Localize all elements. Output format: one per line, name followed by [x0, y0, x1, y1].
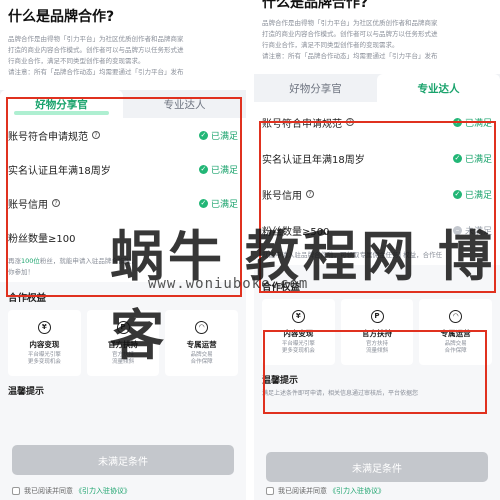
- benefit-card-monetize[interactable]: ¥ 内容变现 平台曝光引擎 更多变现机会: [8, 310, 81, 376]
- condition-label: 账号信用: [262, 190, 302, 202]
- benefits-list: ¥ 内容变现 平台曝光引擎 更多变现机会 P 官方扶持 官方扶持 流量倾斜 ◠ …: [262, 299, 493, 365]
- status-badge: ✓ 已满足: [198, 130, 238, 142]
- yuan-icon: ¥: [37, 320, 51, 334]
- condition-label: 实名认证且年满18周岁: [8, 165, 111, 177]
- submit-button[interactable]: 未满足条件: [266, 452, 488, 482]
- status-badge: ✓ 已满足: [198, 164, 238, 176]
- condition-row: 账号信用? ✓ 已满足: [262, 176, 492, 212]
- benefit-card-operation[interactable]: ◠ 专属运营 品牌交易 合作保障: [419, 299, 493, 365]
- benefits-section: 合作权益 ¥ 内容变现 平台曝光引擎 更多变现机会 P 官方扶持 官方扶持 流量…: [0, 282, 246, 376]
- condition-row: 账号符合申请规范? ✓ 已满足: [8, 118, 238, 152]
- progress-note: 就能申请入驻品牌合作啦，可领取专属佣金任务] 权益，合作任: [254, 248, 500, 265]
- intro-text: 品牌合作是由得物「引力平台」为社区优质创作者和品牌商家 打造的商业内容合作模式。…: [262, 18, 492, 62]
- headset-icon: ◠: [449, 309, 463, 323]
- intro-line: 行商业合作，满足不同类型创作者的变现需求。: [8, 57, 145, 65]
- page-title: 什么是品牌合作?: [262, 0, 369, 11]
- intro-line: 请注意：所有「品牌合作动态」均需要通过「引力平台」发布: [262, 52, 438, 60]
- condition-row: 账号符合申请规范? ✓ 已满足: [262, 104, 492, 140]
- check-icon: ✓: [198, 198, 208, 208]
- benefits-title: 合作权益: [262, 282, 301, 293]
- page-title: 什么是品牌合作?: [8, 9, 115, 25]
- benefit-card-support[interactable]: P 官方扶持 官方扶持 流量倾斜: [86, 310, 160, 376]
- help-icon[interactable]: ?: [92, 131, 100, 139]
- condition-label: 实名认证且年满18周岁: [262, 154, 365, 166]
- condition-label: 账号信用: [8, 199, 48, 211]
- tab-goods-sharer[interactable]: 好物分享官: [0, 90, 123, 118]
- intro-section: 什么是品牌合作? 品牌合作是由得物「引力平台」为社区优质创作者和品牌商家 打造的…: [0, 0, 246, 90]
- condition-list: 账号符合申请规范? ✓ 已满足 实名认证且年满18周岁 ✓ 已满足 账号信用? ✓ 已…: [254, 102, 500, 248]
- tab-professional[interactable]: 专业达人: [377, 74, 500, 102]
- left-screen: 什么是品牌合作? 品牌合作是由得物「引力平台」为社区优质创作者和品牌商家 打造的…: [0, 0, 246, 500]
- benefits-title: 合作权益: [8, 293, 47, 304]
- check-icon: ✓: [452, 153, 462, 163]
- condition-label: 粉丝数量≥100: [8, 233, 76, 245]
- check-icon: ✓: [452, 189, 462, 199]
- benefit-card-operation[interactable]: ◠ 专属运营 品牌交易 合作保障: [165, 310, 239, 376]
- minus-icon: –: [452, 225, 462, 235]
- yuan-icon: ¥: [291, 309, 305, 323]
- intro-line: 品牌合作是由得物「引力平台」为社区优质创作者和品牌商家: [262, 19, 438, 27]
- condition-label: 粉丝数量≥500: [262, 226, 330, 238]
- agreement-row: 我已阅读并同意 《引力入驻协议》: [266, 486, 385, 496]
- tab-professional[interactable]: 专业达人: [123, 90, 246, 118]
- intro-line: 请注意：所有「品牌合作动态」均需要通过「引力平台」发布: [8, 68, 184, 76]
- status-badge: ✓ 已满足: [452, 189, 492, 201]
- tab-goods-sharer[interactable]: 好物分享官: [254, 74, 377, 102]
- condition-row: 实名认证且年满18周岁 ✓ 已满足: [8, 152, 238, 186]
- agreement-link[interactable]: 《引力入驻协议》: [75, 486, 131, 496]
- intro-line: 打造的商业内容合作模式。创作者可以与品牌方以任务形式进: [8, 46, 184, 54]
- tips-title: 温馨提示: [262, 376, 299, 386]
- intro-text: 品牌合作是由得物「引力平台」为社区优质创作者和品牌商家 打造的商业内容合作模式。…: [8, 34, 238, 78]
- benefits-list: ¥ 内容变现 平台曝光引擎 更多变现机会 P 官方扶持 官方扶持 流量倾斜 ◠ …: [8, 310, 239, 376]
- benefits-section: 合作权益 ¥ 内容变现 平台曝光引擎 更多变现机会 P 官方扶持 官方扶持 流量…: [254, 265, 500, 365]
- intro-line: 品牌合作是由得物「引力平台」为社区优质创作者和品牌商家: [8, 35, 184, 43]
- benefit-card-support[interactable]: P 官方扶持 官方扶持 流量倾斜: [340, 299, 414, 365]
- condition-row: 粉丝数量≥500 – 未满足: [262, 212, 492, 248]
- agreement-row: 我已阅读并同意 《引力入驻协议》: [12, 486, 131, 496]
- right-screen: 什么是品牌合作? 品牌合作是由得物「引力平台」为社区优质创作者和品牌商家 打造的…: [254, 0, 500, 500]
- status-badge: – 未满足: [452, 224, 492, 237]
- condition-row: 账号信用? ✓ 已满足: [8, 186, 238, 220]
- status-badge: ✓ 已满足: [452, 117, 492, 129]
- p-icon: P: [370, 309, 384, 323]
- agree-checkbox[interactable]: [266, 487, 274, 495]
- help-icon[interactable]: ?: [306, 190, 314, 198]
- intro-line: 打造的商业内容合作模式。创作者可以与品牌方以任务形式进: [262, 30, 438, 38]
- condition-row: 粉丝数量≥100: [8, 220, 238, 254]
- intro-line: 行商业合作，满足不同类型创作者的变现需求。: [262, 41, 399, 49]
- check-icon: ✓: [198, 164, 208, 174]
- check-icon: ✓: [198, 130, 208, 140]
- help-icon[interactable]: ?: [346, 118, 354, 126]
- benefit-card-monetize[interactable]: ¥ 内容变现 平台曝光引擎 更多变现机会: [262, 299, 335, 365]
- status-badge: ✓ 已满足: [452, 153, 492, 165]
- headset-icon: ◠: [195, 320, 209, 334]
- check-icon: ✓: [452, 117, 462, 127]
- agreement-link[interactable]: 《引力入驻协议》: [329, 486, 385, 496]
- role-tabs: 好物分享官 专业达人: [254, 74, 500, 102]
- condition-list: 账号符合申请规范? ✓ 已满足 实名认证且年满18周岁 ✓ 已满足 账号信用? ✓ 已…: [0, 118, 246, 254]
- p-icon: P: [116, 320, 130, 334]
- progress-note: 再涨100位粉丝，就能申请入驻品牌合作啦， 你参加！: [0, 254, 246, 282]
- condition-row: 实名认证且年满18周岁 ✓ 已满足: [262, 140, 492, 176]
- help-icon[interactable]: ?: [52, 199, 60, 207]
- condition-label: 账号符合申请规范: [8, 131, 88, 143]
- tips-text: 满足上述条件即可申请，相关信息通过审核后，平台依据您: [262, 390, 419, 397]
- role-tabs: 好物分享官 专业达人: [0, 90, 246, 118]
- intro-section: 什么是品牌合作? 品牌合作是由得物「引力平台」为社区优质创作者和品牌商家 打造的…: [254, 0, 500, 74]
- condition-label: 账号符合申请规范: [262, 118, 342, 130]
- status-badge: ✓ 已满足: [198, 198, 238, 210]
- submit-button[interactable]: 未满足条件: [12, 445, 234, 475]
- agree-checkbox[interactable]: [12, 487, 20, 495]
- divider: [246, 0, 254, 500]
- tips-title: 温馨提示: [8, 387, 45, 397]
